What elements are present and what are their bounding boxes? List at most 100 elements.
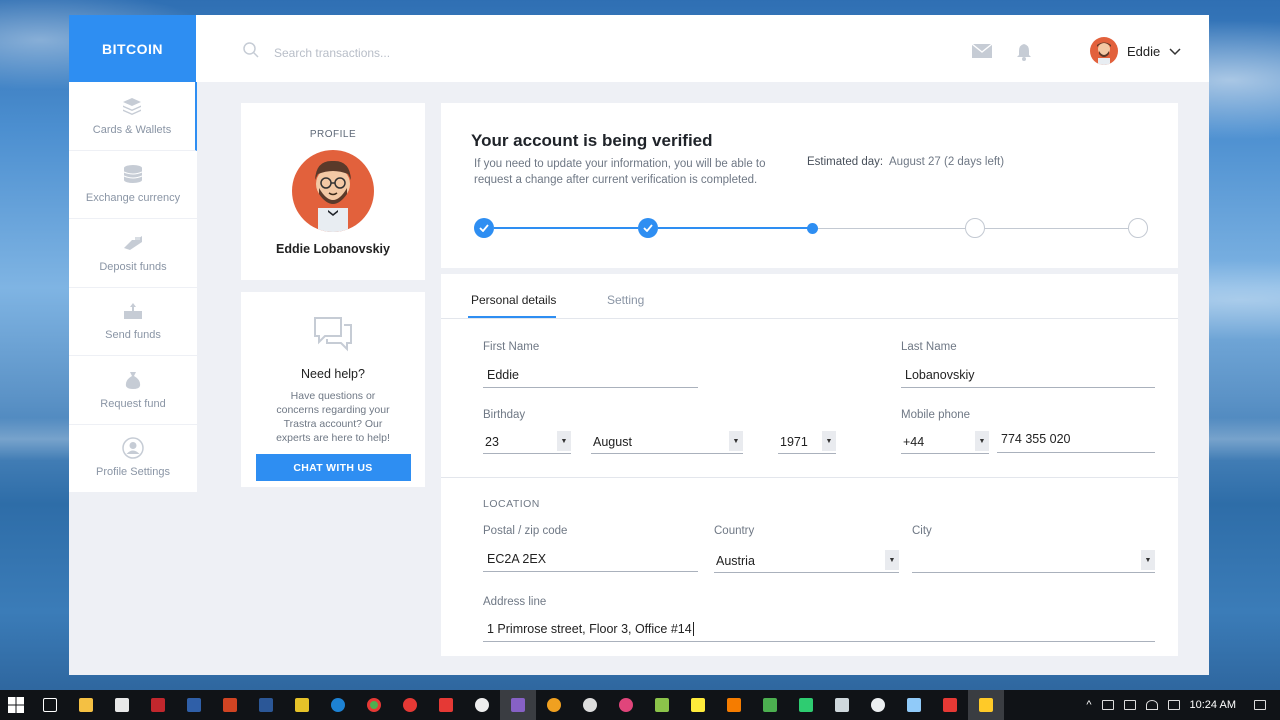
app-icon[interactable] [932,690,968,720]
profile-label: PROFILE [309,129,357,140]
location-section-title: LOCATION [483,498,540,510]
app-icon[interactable] [284,690,320,720]
coins-icon [122,164,144,184]
sidebar-item-label: Send funds [105,329,161,342]
bell-icon[interactable] [1016,43,1032,66]
mail-icon[interactable] [971,43,993,63]
chrome-icon[interactable] [356,690,392,720]
app-icon[interactable] [536,690,572,720]
help-text: Have questions or concerns regarding you… [276,390,390,444]
dropbox-icon[interactable] [1101,700,1114,710]
app-icon[interactable] [788,690,824,720]
file-explorer-icon[interactable] [68,690,104,720]
vivaldi-icon[interactable] [428,690,464,720]
step-3-current [807,222,818,234]
sidebar-item-cards-wallets[interactable]: Cards & Wallets [69,82,197,151]
country-value: Austria [716,554,755,568]
sidebar-item-label: Cards & Wallets [92,123,172,136]
postal-code-field[interactable]: EC2A 2EX [483,546,698,572]
chevron-up-icon[interactable]: ^ [1086,699,1091,711]
birth-month-value: August [593,435,632,449]
app-icon[interactable] [896,690,932,720]
search-icon [242,41,260,64]
caret-down-icon: ▼ [1141,550,1155,570]
sidebar: Cards & Wallets Exchange currency Deposi… [69,82,197,493]
country-select[interactable]: Austria ▼ [714,547,899,573]
app-icon[interactable] [644,690,680,720]
mobile-phone-label: Mobile phone [901,409,971,421]
address-line-field[interactable]: 1 Primrose street, Floor 3, Office #14 [483,616,1155,642]
phone-code-value: +44 [903,435,925,449]
birth-day-value: 23 [485,435,499,449]
windows-start-icon[interactable] [0,690,32,720]
caret-down-icon: ▼ [975,431,989,451]
mp-app-icon[interactable] [176,690,212,720]
profile-avatar[interactable] [292,150,374,232]
yandex-icon[interactable] [464,690,500,720]
phone-code-select[interactable]: +44 ▼ [901,428,989,454]
edge-icon[interactable] [320,690,356,720]
sidebar-item-send-funds[interactable]: Send funds [69,287,197,356]
details-card: Personal details Setting First Name Eddi… [441,274,1178,656]
verification-card: Your account is being verified If you ne… [441,103,1178,268]
app-icon[interactable] [752,690,788,720]
step-connector [818,227,965,229]
verification-progress [474,218,1148,238]
birth-day-select[interactable]: 23 ▼ [483,428,571,454]
app-icon[interactable] [824,690,860,720]
help-title: Need help? [301,367,365,381]
estimated-day-value: August 27 (2 days left) [889,156,1005,168]
caret-down-icon: ▼ [822,431,836,451]
visual-studio-icon[interactable] [500,690,536,720]
tab-setting[interactable]: Setting [607,293,644,307]
app-icon[interactable] [608,690,644,720]
volume-icon[interactable] [1167,700,1180,710]
postal-code-label: Postal / zip code [483,525,568,537]
app-icon[interactable] [860,690,896,720]
notification-icon[interactable] [1254,700,1266,710]
sublime-icon[interactable] [716,690,752,720]
clock[interactable]: 10:24 AM [1190,699,1236,711]
caret-down-icon: ▼ [885,550,899,570]
sidebar-item-profile-settings[interactable]: Profile Settings [69,424,197,493]
system-tray: ^ 10:24 AM [1086,690,1280,720]
sidebar-item-request-fund[interactable]: Request fund [69,356,197,425]
money-bag-icon [122,370,144,390]
step-connector [658,227,808,229]
powerpoint-icon[interactable] [212,690,248,720]
verification-description: If you need to update your information, … [474,158,766,186]
app-icon[interactable] [968,690,1004,720]
app-window: BITCOIN Cards & Wallets Exchange currenc… [69,15,1209,675]
step-connector [985,227,1128,229]
birth-month-select[interactable]: August ▼ [591,428,743,454]
store-icon[interactable] [104,690,140,720]
caret-down-icon: ▼ [557,431,571,451]
tab-personal-details[interactable]: Personal details [471,293,556,307]
user-menu[interactable]: Eddie [1090,37,1181,65]
chat-with-us-button[interactable]: CHAT WITH US [255,454,411,481]
brand-logo[interactable]: BITCOIN [69,15,196,82]
first-name-field[interactable]: Eddie [483,362,698,388]
step-4-pending [965,218,985,238]
wifi-icon[interactable] [1145,700,1158,710]
search-bar[interactable]: Search transactions... [242,41,390,64]
birth-year-select[interactable]: 1971 ▼ [778,428,836,454]
task-view-icon[interactable] [32,690,68,720]
app-icon[interactable] [572,690,608,720]
sidebar-item-label: Exchange currency [85,192,181,205]
sidebar-item-exchange-currency[interactable]: Exchange currency [69,150,197,219]
sidebar-item-deposit-funds[interactable]: Deposit funds [69,219,197,288]
user-name: Eddie [1127,43,1161,59]
word-icon[interactable] [248,690,284,720]
opera-icon[interactable] [392,690,428,720]
search-input[interactable]: Search transactions... [274,46,390,60]
phone-number-field[interactable]: 774 355 020 [997,427,1155,453]
profile-card: PROFILE Eddie Lobanovskiy [241,103,425,280]
battery-icon[interactable] [1123,700,1136,710]
app-icon[interactable] [680,690,716,720]
step-5-pending [1128,218,1148,238]
step-connector [494,227,638,229]
last-name-field[interactable]: Lobanovskiy [901,362,1155,388]
city-select[interactable]: ▼ [912,547,1155,573]
acrobat-icon[interactable] [140,690,176,720]
